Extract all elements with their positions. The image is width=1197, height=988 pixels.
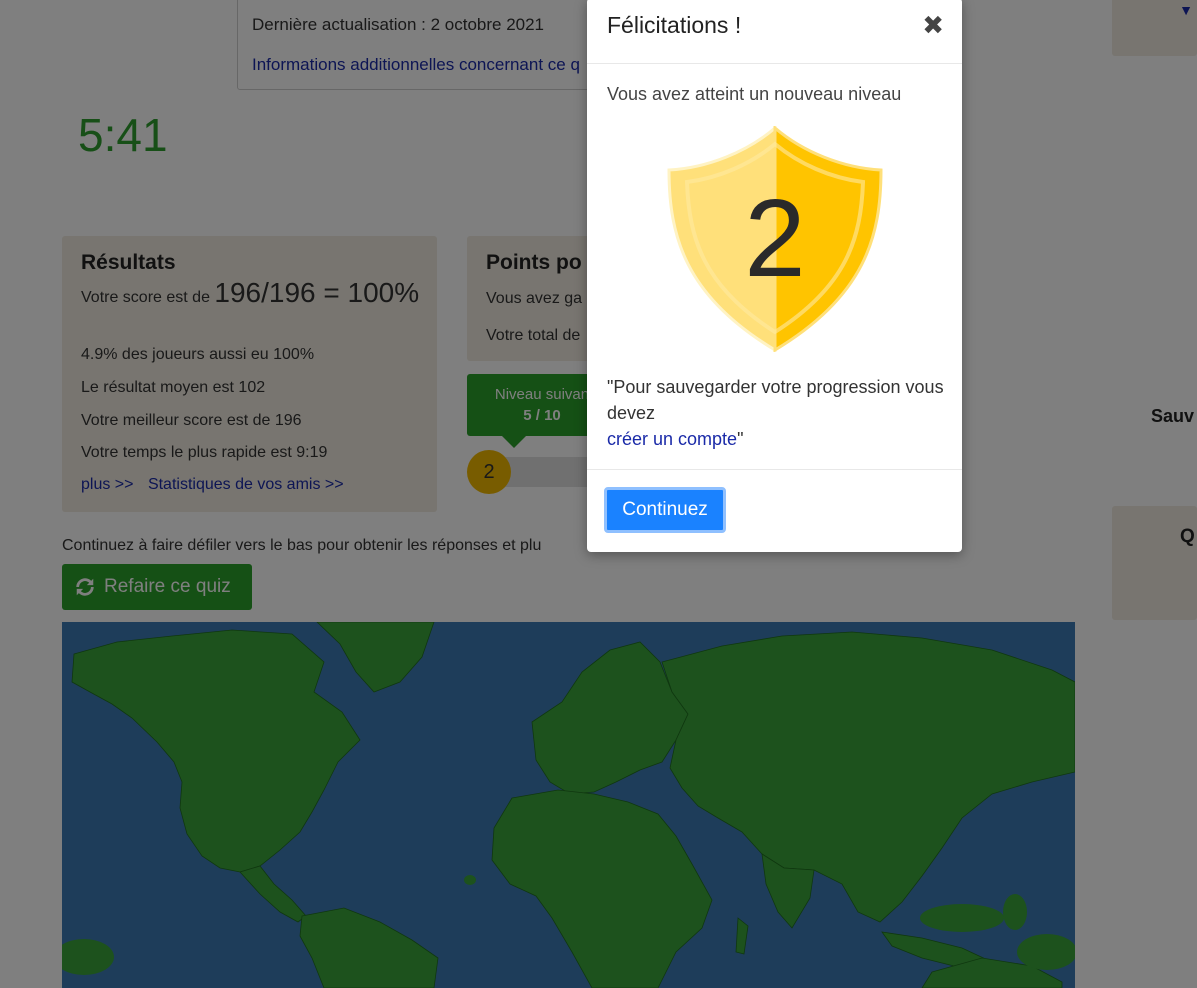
modal-title: Félicitations ! xyxy=(607,12,742,38)
modal-header: Félicitations ! ✖ xyxy=(587,0,962,64)
modal-footer-divider xyxy=(587,469,962,470)
level-reached-text: Vous avez atteint un nouveau niveau xyxy=(607,84,902,104)
level-shield-badge: 2 xyxy=(667,126,883,352)
continue-button[interactable]: Continuez xyxy=(604,487,726,533)
save-note-suffix: " xyxy=(737,429,744,449)
save-note-prefix: "Pour sauvegarder votre progression vous… xyxy=(607,377,944,423)
badge-level-number: 2 xyxy=(744,177,805,300)
create-account-link[interactable]: créer un compte xyxy=(607,429,737,449)
save-progress-note: "Pour sauvegarder votre progression vous… xyxy=(607,374,947,452)
close-icon[interactable]: ✖ xyxy=(922,10,944,41)
level-up-modal: Félicitations ! ✖ Vous avez atteint un n… xyxy=(587,0,962,552)
